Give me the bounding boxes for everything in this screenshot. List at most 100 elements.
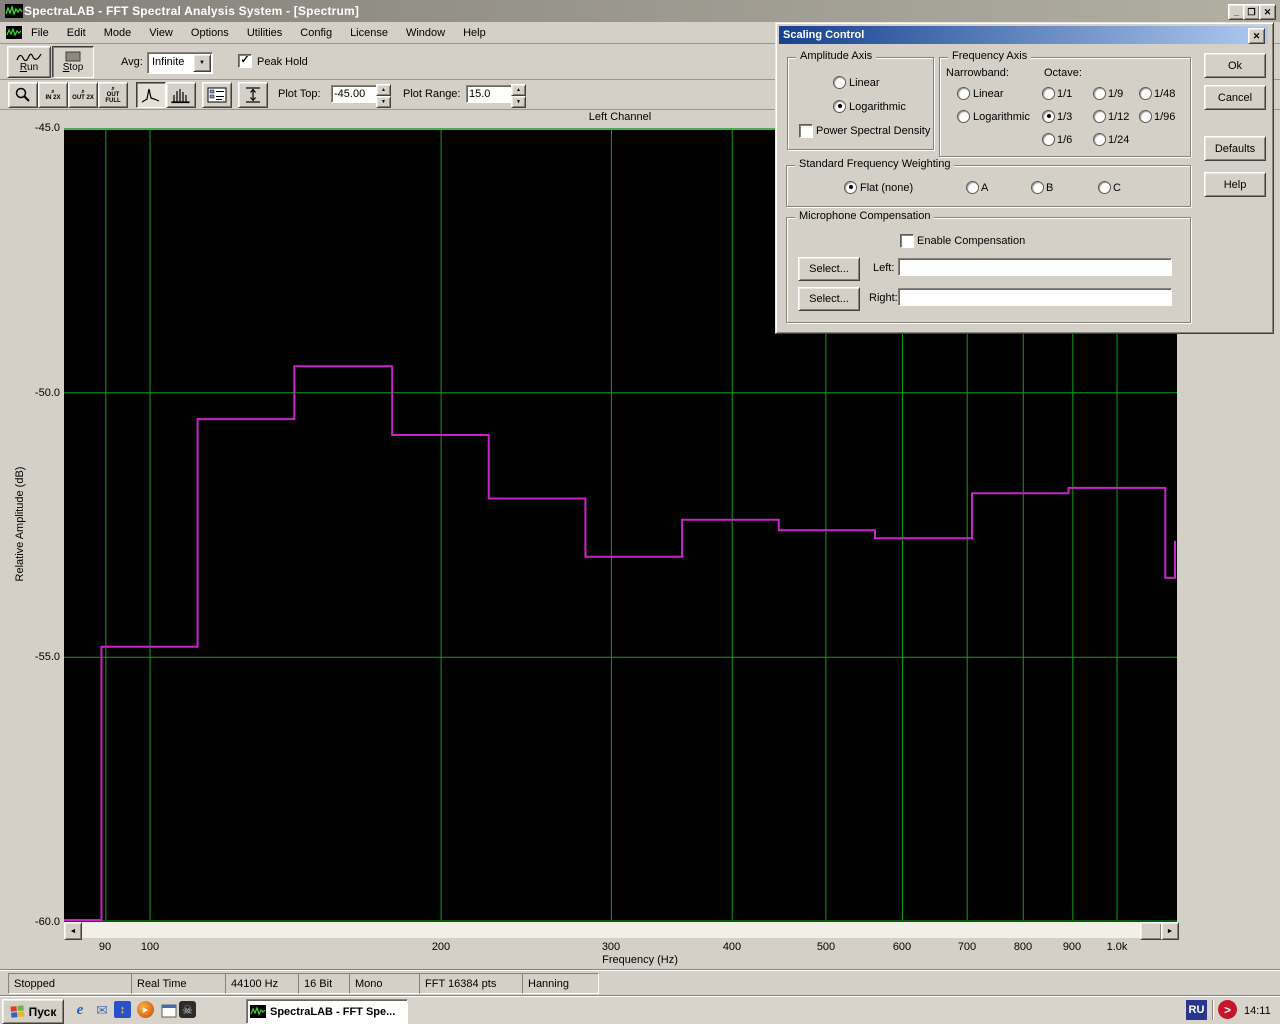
octave-1-48-radio[interactable]: [1139, 87, 1152, 100]
defaults-button[interactable]: Defaults: [1204, 136, 1266, 161]
octave-1-24-radio[interactable]: [1093, 133, 1106, 146]
amplitude-range-button[interactable]: [238, 82, 268, 108]
avg-combobox[interactable]: Infinite ▼: [147, 52, 213, 74]
octave-1-24-label[interactable]: 1/24: [1108, 134, 1129, 146]
weighting-flat-label[interactable]: Flat (none): [860, 182, 913, 194]
minimize-icon: _: [1233, 6, 1239, 17]
plot-range-spin-down[interactable]: ▼: [511, 96, 526, 108]
menu-edit[interactable]: Edit: [58, 24, 95, 42]
help-button[interactable]: Help: [1204, 172, 1266, 197]
media-player-quicklaunch-icon[interactable]: ▶: [137, 1001, 154, 1018]
weighting-c-label[interactable]: C: [1113, 182, 1121, 194]
tray-app-icon[interactable]: >: [1218, 1000, 1237, 1019]
amplitude-logarithmic-radio[interactable]: [833, 100, 846, 113]
amplitude-logarithmic-label[interactable]: Logarithmic: [849, 101, 906, 113]
scrollbar-thumb[interactable]: [1140, 922, 1162, 940]
weighting-a-label[interactable]: A: [981, 182, 988, 194]
select-right-button[interactable]: Select...: [798, 287, 860, 311]
y-tick--55: -55.0: [34, 651, 60, 663]
octave-1-12-label[interactable]: 1/12: [1108, 111, 1129, 123]
octave-1-1-label[interactable]: 1/1: [1057, 88, 1072, 100]
weighting-b-radio[interactable]: [1031, 181, 1044, 194]
window-title: SpectraLAB - FFT Spectral Analysis Syste…: [24, 4, 360, 18]
plot-top-input[interactable]: [331, 85, 377, 103]
octave-1-1-radio[interactable]: [1042, 87, 1055, 100]
freq-linear-label[interactable]: Linear: [973, 88, 1004, 100]
menu-window[interactable]: Window: [397, 24, 454, 42]
weighting-flat-radio[interactable]: [844, 181, 857, 194]
psd-checkbox[interactable]: ✓: [799, 124, 813, 138]
spectralab-task-button[interactable]: SpectraLAB - FFT Spe...: [246, 999, 408, 1024]
x-tick-200: 200: [431, 941, 451, 953]
weighting-a-radio[interactable]: [966, 181, 979, 194]
enable-compensation-checkbox[interactable]: ✓: [900, 234, 914, 248]
octave-1-6-label[interactable]: 1/6: [1057, 134, 1072, 146]
skull-quicklaunch-icon[interactable]: ☠: [179, 1001, 196, 1018]
freq-logarithmic-radio[interactable]: [957, 110, 970, 123]
cancel-button[interactable]: Cancel: [1204, 85, 1266, 110]
octave-1-6-radio[interactable]: [1042, 133, 1055, 146]
dialog-close-button[interactable]: ✕: [1248, 28, 1265, 44]
octave-1-3-label[interactable]: 1/3: [1057, 111, 1072, 123]
zoom-in-2x-button[interactable]: ⌕ IN 2X: [38, 82, 68, 108]
amplitude-linear-label[interactable]: Linear: [849, 77, 880, 89]
octave-1-12-radio[interactable]: [1093, 110, 1106, 123]
plot-hscrollbar[interactable]: ◄ ►: [64, 922, 1179, 940]
menu-mode[interactable]: Mode: [95, 24, 141, 42]
zoom-out-2x-button[interactable]: ⌕ OUT 2X: [68, 82, 98, 108]
line-plot-mode-button[interactable]: [136, 82, 166, 108]
weighting-b-label[interactable]: B: [1046, 182, 1053, 194]
weighting-c-radio[interactable]: [1098, 181, 1111, 194]
scroll-right-button[interactable]: ►: [1161, 922, 1179, 940]
octave-1-96-radio[interactable]: [1139, 110, 1152, 123]
octave-1-96-label[interactable]: 1/96: [1154, 111, 1175, 123]
octave-1-48-label[interactable]: 1/48: [1154, 88, 1175, 100]
avg-dropdown-button[interactable]: ▼: [193, 54, 211, 72]
y-axis-label: Relative Amplitude (dB): [14, 466, 26, 582]
task-button-label: SpectraLAB - FFT Spe...: [270, 1005, 396, 1018]
windows-logo-icon: [10, 1004, 25, 1018]
plot-top-spin-up[interactable]: ▲: [376, 84, 391, 96]
menu-help[interactable]: Help: [454, 24, 495, 42]
right-file-input[interactable]: [898, 288, 1172, 306]
freq-logarithmic-label[interactable]: Logarithmic: [973, 111, 1030, 123]
maximize-button[interactable]: ❐: [1243, 4, 1260, 20]
psd-label[interactable]: Power Spectral Density: [816, 125, 930, 137]
ok-button[interactable]: Ok: [1204, 53, 1266, 78]
run-button[interactable]: Run: [7, 46, 51, 78]
amplitude-linear-radio[interactable]: [833, 76, 846, 89]
close-button[interactable]: ✕: [1259, 4, 1276, 20]
octave-1-9-label[interactable]: 1/9: [1108, 88, 1123, 100]
scroll-left-button[interactable]: ◄: [64, 922, 82, 940]
ie-quicklaunch-icon[interactable]: e: [70, 1000, 90, 1020]
show-desktop-quicklaunch-icon[interactable]: [159, 1001, 179, 1021]
plot-top-spin-down[interactable]: ▼: [376, 96, 391, 108]
bar-plot-mode-button[interactable]: [166, 82, 196, 108]
freq-linear-radio[interactable]: [957, 87, 970, 100]
menu-config[interactable]: Config: [291, 24, 341, 42]
octave-1-3-radio[interactable]: [1042, 110, 1055, 123]
left-file-input[interactable]: [898, 258, 1172, 276]
magnifier-icon: [15, 87, 30, 102]
menu-utilities[interactable]: Utilities: [238, 24, 291, 42]
language-indicator[interactable]: RU: [1186, 1000, 1207, 1020]
display-options-button[interactable]: [202, 82, 232, 108]
peak-hold-checkbox[interactable]: ✓: [238, 54, 252, 68]
menu-view[interactable]: View: [140, 24, 182, 42]
enable-compensation-label[interactable]: Enable Compensation: [917, 235, 1025, 247]
mail-quicklaunch-icon[interactable]: ✉: [92, 1000, 112, 1020]
x-tick-90: 90: [98, 941, 112, 953]
menu-file[interactable]: File: [22, 24, 58, 42]
dialog-titlebar[interactable]: Scaling Control ✕: [779, 26, 1268, 44]
menu-options[interactable]: Options: [182, 24, 238, 42]
stop-button[interactable]: Stop: [52, 46, 94, 78]
menu-license[interactable]: License: [341, 24, 397, 42]
start-button[interactable]: Пуск: [2, 999, 64, 1024]
zoom-cursor-button[interactable]: [8, 82, 38, 108]
octave-1-9-radio[interactable]: [1093, 87, 1106, 100]
select-left-button[interactable]: Select...: [798, 257, 860, 281]
zoom-out-full-button[interactable]: ⌕ OUT FULL: [98, 82, 128, 108]
downloader-quicklaunch-icon[interactable]: ↕: [114, 1001, 131, 1018]
plot-range-input[interactable]: [466, 85, 512, 103]
plot-range-spin-up[interactable]: ▲: [511, 84, 526, 96]
